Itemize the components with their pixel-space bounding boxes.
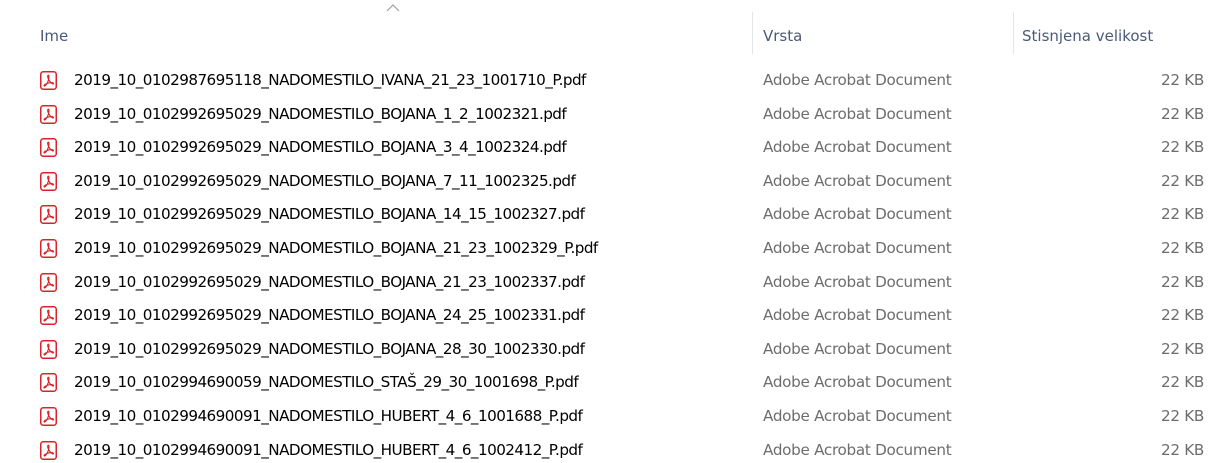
file-size: 22 KB <box>1160 238 1204 257</box>
file-row[interactable]: 2019_10_0102992695029_NADOMESTILO_BOJANA… <box>0 165 1209 199</box>
file-size: 22 KB <box>1160 306 1204 325</box>
file-type: Adobe Acrobat Document <box>763 171 952 190</box>
file-name: 2019_10_0102987695118_NADOMESTILO_IVANA_… <box>74 71 586 89</box>
file-row[interactable]: 2019_10_0102992695029_NADOMESTILO_BOJANA… <box>0 299 1209 333</box>
pdf-file-icon <box>40 406 57 426</box>
pdf-file-icon <box>40 104 57 124</box>
file-size: 22 KB <box>1160 406 1204 425</box>
file-name: 2019_10_0102992695029_NADOMESTILO_BOJANA… <box>74 104 567 123</box>
file-name: 2019_10_0102992695029_NADOMESTILO_BOJANA… <box>74 272 585 291</box>
file-list: 2019_10_0102987695118_NADOMESTILO_IVANA_… <box>0 64 1209 463</box>
file-size: 22 KB <box>1160 373 1204 392</box>
file-type: Adobe Acrobat Document <box>763 406 952 425</box>
file-row[interactable]: 2019_10_0102992695029_NADOMESTILO_BOJANA… <box>0 131 1209 165</box>
file-size: 22 KB <box>1160 339 1204 358</box>
file-name: 2019_10_0102994690059_NADOMESTILO_STAŠ_2… <box>74 373 579 392</box>
file-row[interactable]: 2019_10_0102994690091_NADOMESTILO_HUBERT… <box>0 400 1209 434</box>
file-type: Adobe Acrobat Document <box>763 138 952 157</box>
column-divider[interactable] <box>752 12 753 54</box>
pdf-file-icon <box>40 138 57 158</box>
column-divider[interactable] <box>1013 12 1014 54</box>
pdf-file-icon <box>40 339 57 359</box>
file-name: 2019_10_0102992695029_NADOMESTILO_BOJANA… <box>74 306 585 325</box>
file-name: 2019_10_0102992695029_NADOMESTILO_BOJANA… <box>74 339 585 358</box>
file-size: 22 KB <box>1160 138 1204 157</box>
column-header-compressed-size[interactable]: Stisnjena velikost <box>1022 16 1202 56</box>
file-type: Adobe Acrobat Document <box>763 205 952 224</box>
file-type: Adobe Acrobat Document <box>763 272 952 291</box>
file-row[interactable]: 2019_10_0102992695029_NADOMESTILO_BOJANA… <box>0 198 1209 232</box>
pdf-file-icon <box>40 440 57 460</box>
pdf-file-icon <box>40 373 57 393</box>
pdf-file-icon <box>40 272 57 292</box>
pdf-file-icon <box>40 205 57 225</box>
file-name: 2019_10_0102992695029_NADOMESTILO_BOJANA… <box>74 171 576 190</box>
sort-ascending-icon[interactable] <box>386 3 400 13</box>
pdf-file-icon <box>40 238 57 258</box>
column-header-name[interactable]: Ime <box>40 16 740 56</box>
column-header-type[interactable]: Vrsta <box>763 16 1003 56</box>
file-row[interactable]: 2019_10_0102992695029_NADOMESTILO_BOJANA… <box>0 98 1209 132</box>
file-size: 22 KB <box>1160 205 1204 224</box>
file-type: Adobe Acrobat Document <box>763 104 952 123</box>
pdf-file-icon <box>40 71 57 90</box>
pdf-file-icon <box>40 171 57 191</box>
file-type: Adobe Acrobat Document <box>763 238 952 257</box>
file-size: 22 KB <box>1160 272 1204 291</box>
pdf-file-icon <box>40 306 57 326</box>
file-row[interactable]: 2019_10_0102987695118_NADOMESTILO_IVANA_… <box>0 64 1209 98</box>
file-size: 22 KB <box>1160 171 1204 190</box>
file-size: 22 KB <box>1160 104 1204 123</box>
file-row[interactable]: 2019_10_0102994690091_NADOMESTILO_HUBERT… <box>0 434 1209 463</box>
file-row[interactable]: 2019_10_0102994690059_NADOMESTILO_STAŠ_2… <box>0 366 1209 400</box>
file-name: 2019_10_0102994690091_NADOMESTILO_HUBERT… <box>74 406 583 425</box>
file-row[interactable]: 2019_10_0102992695029_NADOMESTILO_BOJANA… <box>0 266 1209 300</box>
file-type: Adobe Acrobat Document <box>763 306 952 325</box>
file-list-pane: Ime Vrsta Stisnjena velikost 2019_10_010… <box>0 0 1209 463</box>
file-row[interactable]: 2019_10_0102992695029_NADOMESTILO_BOJANA… <box>0 232 1209 266</box>
file-name: 2019_10_0102992695029_NADOMESTILO_BOJANA… <box>74 238 598 257</box>
file-row[interactable]: 2019_10_0102992695029_NADOMESTILO_BOJANA… <box>0 333 1209 367</box>
file-size: 22 KB <box>1160 440 1204 459</box>
file-name: 2019_10_0102994690091_NADOMESTILO_HUBERT… <box>74 440 583 459</box>
file-size: 22 KB <box>1160 71 1204 89</box>
file-type: Adobe Acrobat Document <box>763 373 952 392</box>
file-type: Adobe Acrobat Document <box>763 440 952 459</box>
file-name: 2019_10_0102992695029_NADOMESTILO_BOJANA… <box>74 205 585 224</box>
column-header-bar: Ime Vrsta Stisnjena velikost <box>0 0 1209 64</box>
file-type: Adobe Acrobat Document <box>763 71 952 89</box>
file-type: Adobe Acrobat Document <box>763 339 952 358</box>
file-name: 2019_10_0102992695029_NADOMESTILO_BOJANA… <box>74 138 567 157</box>
